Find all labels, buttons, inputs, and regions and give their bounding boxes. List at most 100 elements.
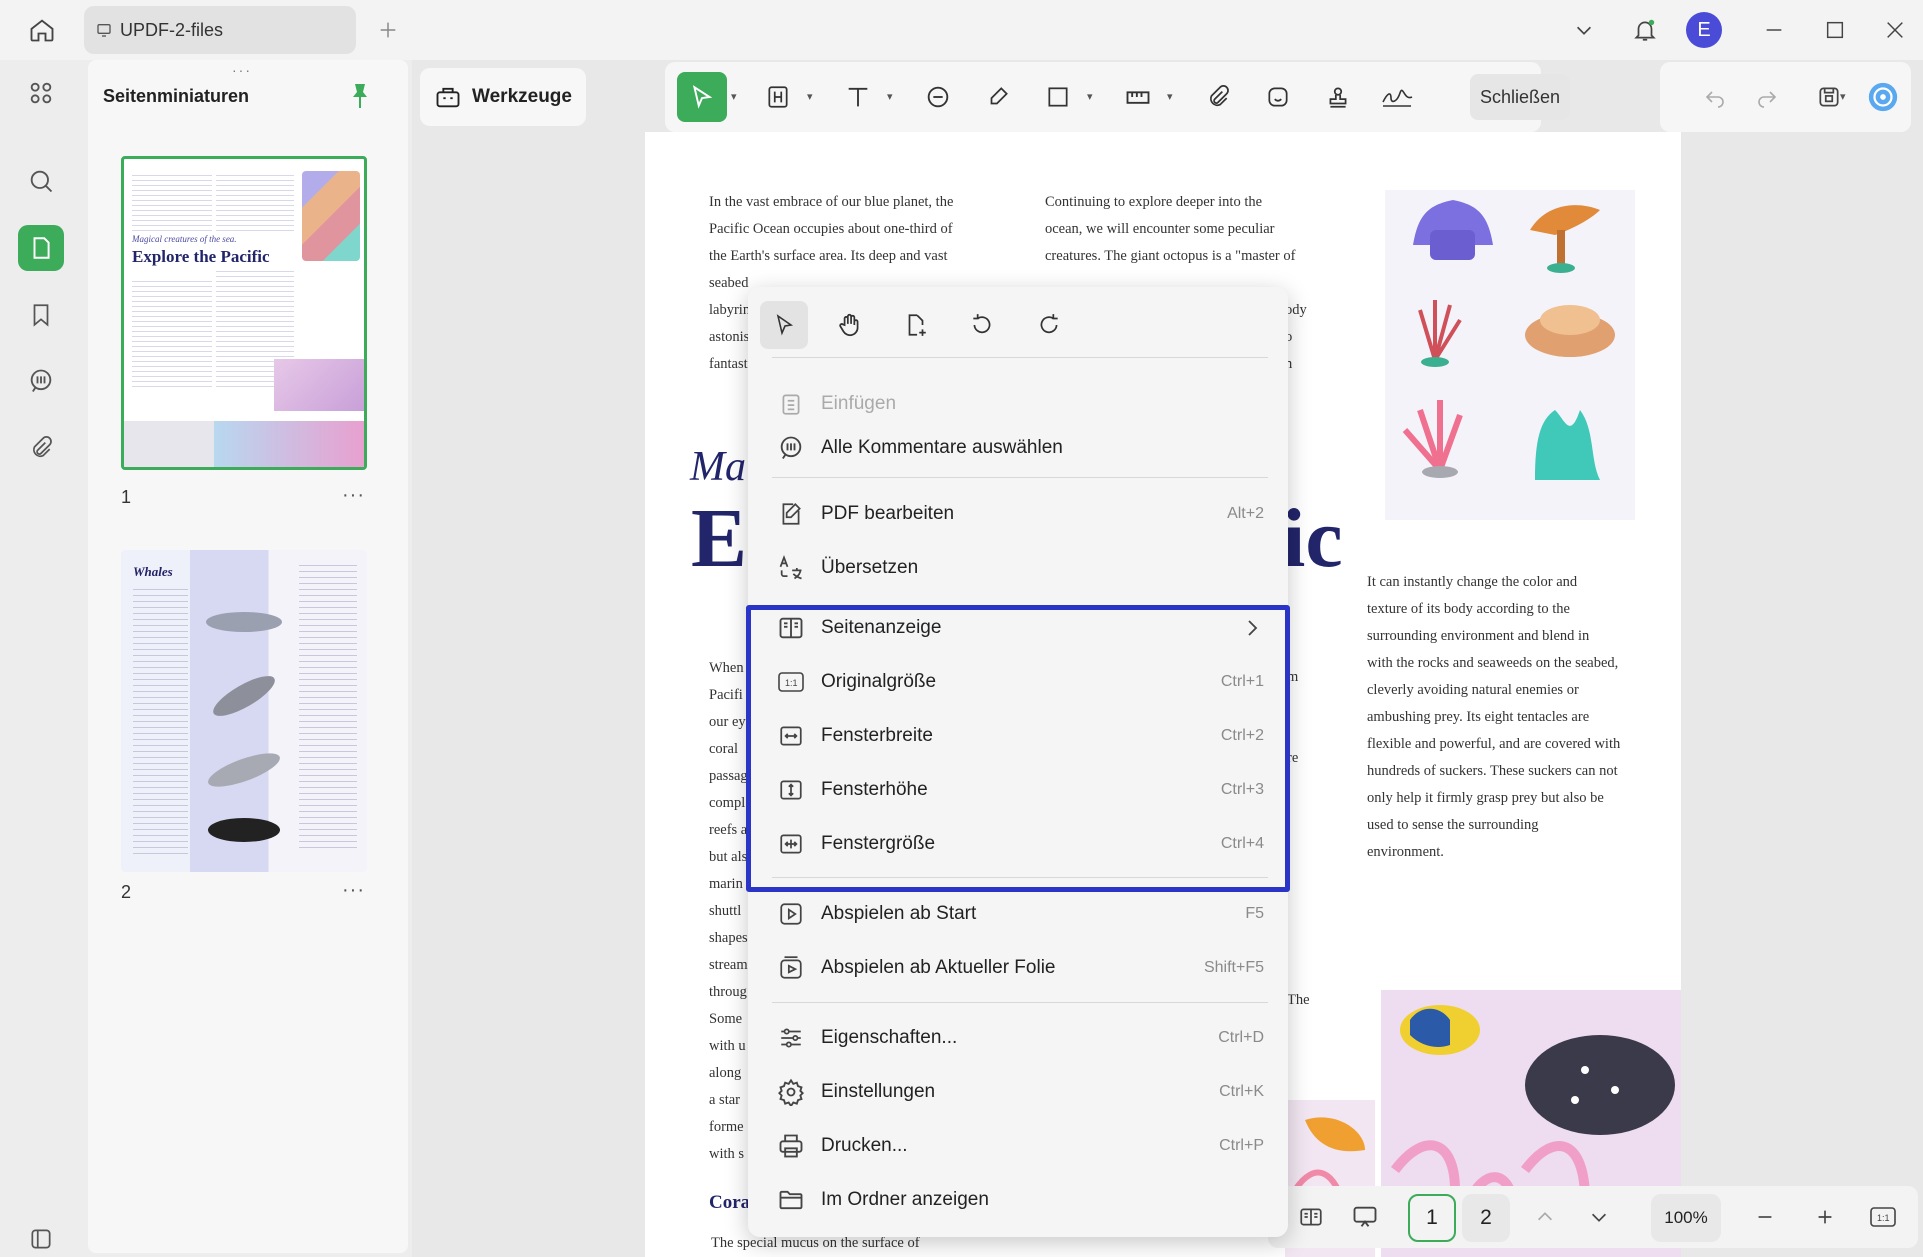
thumb-page-number: 1	[121, 487, 132, 507]
menu-item-label: Drucken...	[821, 1135, 908, 1156]
chevron-down-icon[interactable]: ▾	[807, 90, 813, 103]
menu-item-label: Übersetzen	[821, 557, 919, 578]
more-options-icon[interactable]: ···	[342, 484, 365, 507]
thumb-fish-image	[274, 359, 364, 411]
menu-item-eigenschaften[interactable]: Eigenschaften... Ctrl+D	[758, 1012, 1278, 1064]
previous-page-icon[interactable]	[1522, 1194, 1568, 1240]
rotate-left-icon[interactable]	[958, 301, 1006, 349]
menu-item-im-ordner-anzeigen[interactable]: Im Ordner anzeigen	[758, 1174, 1278, 1226]
highlight-tool-icon[interactable]	[753, 72, 803, 122]
text-line: creatures. The giant octopus is a "maste…	[1045, 248, 1296, 264]
close-window-icon[interactable]	[1875, 10, 1915, 50]
thumb-coral-image	[302, 171, 360, 261]
attach-tool-icon[interactable]	[1193, 72, 1243, 122]
thumb-title: Whales	[133, 564, 173, 579]
comments-icon[interactable]	[18, 358, 64, 404]
redo-icon[interactable]	[1742, 72, 1792, 122]
home-icon[interactable]	[22, 10, 62, 50]
text-line: a star	[709, 1092, 740, 1108]
add-page-icon[interactable]	[892, 301, 940, 349]
bookmark-icon[interactable]	[18, 292, 64, 338]
zoom-level[interactable]: 100%	[1651, 1194, 1721, 1242]
menu-item-abspielen-start[interactable]: Abspielen ab Start F5	[758, 888, 1278, 940]
page-thumbnail-2[interactable]: Whales	[121, 550, 367, 872]
translate-icon	[766, 554, 816, 582]
sticker-tool-icon[interactable]	[1253, 72, 1303, 122]
rotate-right-icon[interactable]	[1025, 301, 1073, 349]
zoom-out-icon[interactable]	[1742, 1194, 1788, 1240]
text-line: When	[709, 660, 744, 676]
menu-item-drucken[interactable]: Drucken... Ctrl+P	[758, 1120, 1278, 1172]
sidebar-toggle-icon[interactable]	[18, 1216, 64, 1257]
text-line: throug	[709, 984, 747, 1000]
shape-tool-icon[interactable]	[1033, 72, 1083, 122]
menu-item-alle-kommentare[interactable]: Alle Kommentare auswählen	[758, 422, 1278, 474]
new-tab-icon[interactable]	[368, 10, 408, 50]
text-line: Pacifi	[709, 687, 743, 703]
menu-item-einstellungen[interactable]: Einstellungen Ctrl+K	[758, 1066, 1278, 1118]
measure-tool-icon[interactable]	[1113, 72, 1163, 122]
text-tool-icon[interactable]	[833, 72, 883, 122]
stamp-tool-icon[interactable]	[1313, 72, 1363, 122]
clipboard-icon	[766, 391, 816, 417]
pencil-tool-icon[interactable]	[973, 72, 1023, 122]
chevron-down-icon[interactable]: ▾	[1167, 90, 1173, 103]
notification-bell-icon[interactable]	[1625, 10, 1665, 50]
text-line: hundreds of suckers. These suckers can n…	[1367, 763, 1618, 779]
text-line: passag	[709, 768, 748, 784]
apps-grid-icon[interactable]	[18, 70, 64, 116]
signature-tool-icon[interactable]	[1373, 72, 1423, 122]
attachment-icon[interactable]	[18, 425, 64, 471]
maximize-icon[interactable]	[1815, 10, 1855, 50]
select-tool-icon[interactable]	[677, 72, 727, 122]
more-options-icon[interactable]: ···	[342, 879, 365, 902]
ai-assistant-icon[interactable]	[1858, 72, 1908, 122]
chevron-down-icon[interactable]: ▾	[731, 90, 737, 103]
coral-images	[1385, 190, 1635, 520]
text-line: ambushing prey. Its eight tentacles are	[1367, 709, 1590, 725]
page-button-2[interactable]: 2	[1462, 1194, 1510, 1242]
text-line: along	[709, 1065, 742, 1081]
menu-item-shortcut: Alt+2	[1227, 505, 1264, 522]
chevron-down-icon[interactable]	[1564, 10, 1604, 50]
page-column-2: Continuing to explore deeper into the oc…	[1045, 189, 1295, 270]
comment-tool-icon[interactable]	[913, 72, 963, 122]
zoom-in-icon[interactable]	[1802, 1194, 1848, 1240]
thumb-whales-image	[206, 612, 282, 842]
avatar[interactable]: E	[1686, 12, 1722, 48]
undo-icon[interactable]	[1690, 72, 1740, 122]
pin-icon[interactable]	[348, 82, 372, 110]
document-tab[interactable]: UPDF-2-files	[84, 6, 356, 54]
chevron-down-icon[interactable]: ▾	[887, 90, 893, 103]
page-layout-icon[interactable]	[1288, 1194, 1334, 1240]
menu-item-uebersetzen[interactable]: Übersetzen	[758, 542, 1278, 594]
menu-item-shortcut: Ctrl+K	[1219, 1083, 1264, 1100]
minimize-icon[interactable]	[1754, 10, 1794, 50]
chevron-down-icon[interactable]: ▾	[1840, 90, 1846, 103]
tools-label: Werkzeuge	[472, 86, 572, 107]
next-page-icon[interactable]	[1576, 1194, 1622, 1240]
thumb-text-block	[132, 171, 212, 231]
actual-size-icon[interactable]: 1:1	[1860, 1194, 1906, 1240]
tools-button[interactable]: Werkzeuge	[420, 68, 586, 126]
select-cursor-icon[interactable]	[760, 301, 808, 349]
text-line: only help it firmly grasp prey but also …	[1367, 790, 1604, 806]
page-button-1[interactable]: 1	[1408, 1194, 1456, 1242]
page-title-fragment: ic	[1282, 492, 1343, 585]
menu-item-pdf-bearbeiten[interactable]: PDF bearbeiten Alt+2	[758, 488, 1278, 540]
hand-tool-icon[interactable]	[826, 301, 874, 349]
close-tools-button[interactable]: Schließen	[1470, 74, 1570, 120]
save-icon[interactable]	[1804, 72, 1854, 122]
presentation-icon[interactable]	[1342, 1194, 1388, 1240]
search-icon[interactable]	[18, 158, 64, 204]
drag-handle[interactable]: ···	[232, 62, 252, 78]
text-line: Continuing to explore deeper into the	[1045, 194, 1263, 210]
text-line: used to sense the surrounding	[1367, 817, 1539, 833]
chevron-down-icon[interactable]: ▾	[1087, 90, 1093, 103]
menu-item-label: Einfügen	[821, 393, 897, 414]
comments-icon	[766, 434, 816, 462]
page-thumbnails-icon[interactable]	[18, 225, 64, 271]
page-thumbnail-1[interactable]: Magical creatures of the sea. Explore th…	[121, 156, 367, 470]
tab-title: UPDF-2-files	[120, 19, 224, 40]
menu-item-abspielen-aktuell[interactable]: Abspielen ab Aktueller Folie Shift+F5	[758, 942, 1278, 994]
